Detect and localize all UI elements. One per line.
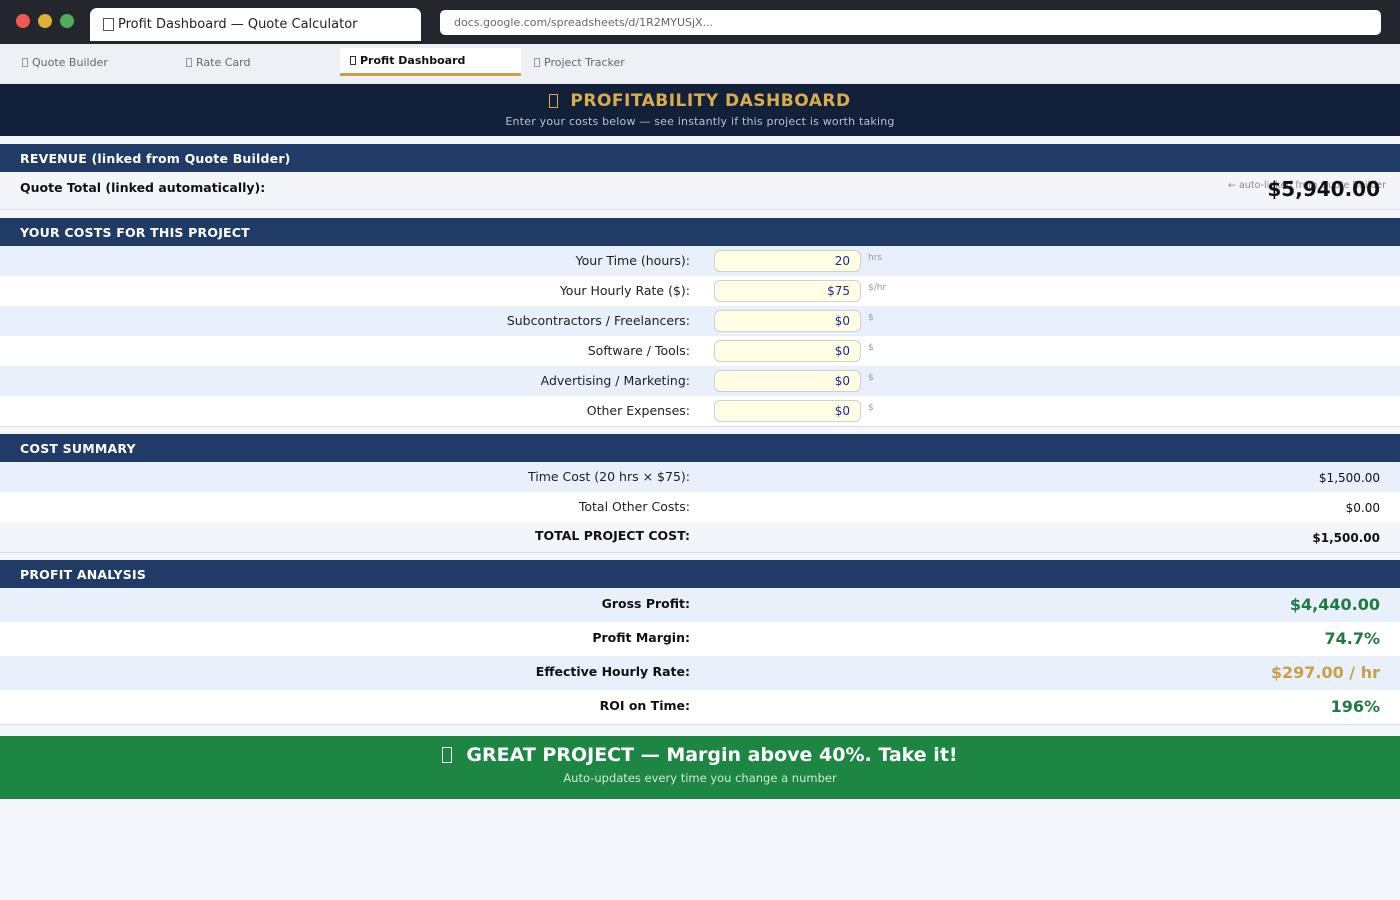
verdict-title-text: GREAT PROJECT — Margin above 40%. Take i… — [466, 744, 958, 766]
profit-row-roi: ROI on Time: 196% — [0, 690, 1400, 724]
verdict-banner: GREAT PROJECT — Margin above 40%. Take i… — [0, 736, 1400, 799]
minimize-window-button[interactable] — [38, 14, 52, 28]
revenue-row: Quote Total (linked automatically): ← au… — [0, 172, 1400, 210]
cost-label: Other Expenses: — [586, 403, 690, 418]
profit-label: Profit Margin: — [592, 630, 690, 645]
divider — [0, 724, 1400, 725]
unit-label: $ — [868, 313, 874, 323]
summary-label: Time Cost (20 hrs × $75): — [527, 469, 690, 484]
cost-label: Software / Tools: — [587, 343, 690, 358]
maximize-window-button[interactable] — [60, 14, 74, 28]
gross-profit-value: $4,440.00 — [1289, 595, 1380, 614]
section-header-costs: YOUR COSTS FOR THIS PROJECT — [0, 218, 1400, 246]
tab-quote-builder[interactable]: Quote Builder — [22, 48, 172, 76]
chart-icon — [549, 94, 559, 108]
summary-row-other-costs: Total Other Costs: $0.00 — [0, 492, 1400, 522]
unit-label: $ — [868, 373, 874, 383]
profit-label: Effective Hourly Rate: — [535, 664, 690, 679]
effective-hourly-rate-value: $297.00 / hr — [1270, 663, 1380, 682]
cost-row-other: Other Expenses: $0 $ — [0, 396, 1400, 426]
profit-label: ROI on Time: — [599, 698, 690, 713]
verdict-subtitle: Auto-updates every time you change a num… — [563, 771, 837, 785]
browser-tab[interactable]: Profit Dashboard — Quote Calculator — [90, 8, 421, 41]
page-title-text: PROFITABILITY DASHBOARD — [570, 91, 851, 111]
software-input[interactable]: $0 — [714, 340, 861, 362]
page-subtitle: Enter your costs below — see instantly i… — [505, 115, 895, 128]
cost-row-subcontractors: Subcontractors / Freelancers: $0 $ — [0, 306, 1400, 336]
summary-row-time-cost: Time Cost (20 hrs × $75): $1,500.00 — [0, 462, 1400, 492]
check-icon — [442, 747, 453, 763]
cost-label: Your Time (hours): — [575, 253, 690, 268]
tab-label: Profit Dashboard — [360, 54, 466, 67]
tab-rate-card[interactable]: Rate Card — [186, 48, 336, 76]
quote-total-label: Quote Total (linked automatically): — [20, 180, 266, 195]
sheet-icon — [186, 57, 192, 67]
cost-row-advertising: Advertising / Marketing: $0 $ — [0, 366, 1400, 396]
sheet-icon — [534, 57, 540, 67]
roi-value: 196% — [1330, 697, 1380, 716]
tab-label: Quote Builder — [32, 55, 108, 69]
tab-project-tracker[interactable]: Project Tracker — [534, 48, 684, 76]
cost-label: Subcontractors / Freelancers: — [506, 313, 690, 328]
page-icon — [103, 18, 114, 31]
section-header-summary: COST SUMMARY — [0, 434, 1400, 462]
tab-label: Rate Card — [196, 55, 251, 69]
summary-row-total: TOTAL PROJECT COST: $1,500.00 — [0, 522, 1400, 552]
section-header-revenue: REVENUE (linked from Quote Builder) — [0, 144, 1400, 172]
profit-label: Gross Profit: — [601, 596, 690, 611]
url-text: docs.google.com/spreadsheets/d/1R2MYUSjX… — [454, 16, 714, 29]
cost-label: Your Hourly Rate ($): — [559, 283, 690, 298]
cost-label: Advertising / Marketing: — [540, 373, 690, 388]
other-expenses-input[interactable]: $0 — [714, 400, 861, 422]
close-window-button[interactable] — [16, 14, 30, 28]
hourly-rate-input[interactable]: $75 — [714, 280, 861, 302]
unit-label: hrs — [868, 253, 883, 263]
profit-row-margin: Profit Margin: 74.7% — [0, 622, 1400, 656]
cost-row-time: Your Time (hours): 20 hrs — [0, 246, 1400, 276]
summary-label: Total Other Costs: — [578, 499, 690, 514]
summary-value: $0.00 — [1345, 501, 1380, 515]
verdict-title: GREAT PROJECT — Margin above 40%. Take i… — [0, 744, 1400, 766]
divider — [0, 552, 1400, 553]
quote-total-value[interactable]: $5,940.00 — [1267, 177, 1380, 201]
section-header-profit: PROFIT ANALYSIS — [0, 560, 1400, 588]
sheet-icon — [22, 57, 28, 67]
page-title: PROFITABILITY DASHBOARD — [0, 91, 1400, 111]
summary-label: TOTAL PROJECT COST: — [535, 528, 690, 543]
sheet-icon — [350, 56, 356, 65]
unit-label: $/hr — [868, 283, 887, 293]
tab-label: Project Tracker — [544, 55, 625, 69]
cost-row-software: Software / Tools: $0 $ — [0, 336, 1400, 366]
divider — [0, 426, 1400, 427]
cost-row-rate: Your Hourly Rate ($): $75 $/hr — [0, 276, 1400, 306]
browser-tab-title: Profit Dashboard — Quote Calculator — [118, 17, 358, 32]
profit-row-hourly: Effective Hourly Rate: $297.00 / hr — [0, 656, 1400, 690]
advertising-input[interactable]: $0 — [714, 370, 861, 392]
tab-profit-dashboard[interactable]: Profit Dashboard — [340, 48, 521, 76]
summary-value: $1,500.00 — [1318, 471, 1380, 485]
dashboard-header: PROFITABILITY DASHBOARD Enter your costs… — [0, 84, 1400, 136]
browser-chrome: Profit Dashboard — Quote Calculator docs… — [0, 0, 1400, 44]
profit-margin-value: 74.7% — [1324, 629, 1380, 648]
sheet-tab-bar: Quote Builder Rate Card Profit Dashboard… — [0, 44, 1400, 84]
profit-row-gross: Gross Profit: $4,440.00 — [0, 588, 1400, 622]
total-project-cost: $1,500.00 — [1312, 531, 1380, 545]
unit-label: $ — [868, 403, 874, 413]
address-bar[interactable]: docs.google.com/spreadsheets/d/1R2MYUSjX… — [440, 10, 1381, 35]
unit-label: $ — [868, 343, 874, 353]
subcontractors-input[interactable]: $0 — [714, 310, 861, 332]
hours-input[interactable]: 20 — [714, 250, 861, 272]
